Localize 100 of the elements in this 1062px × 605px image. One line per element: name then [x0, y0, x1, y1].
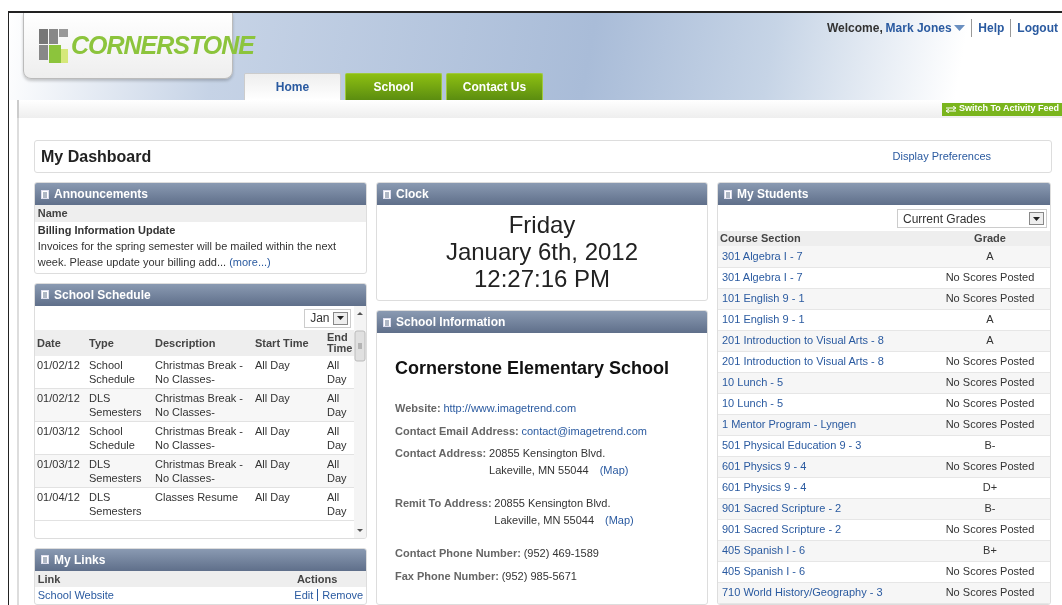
logo-text: CORNERSTONE [71, 29, 254, 61]
table-cell: All Day [253, 454, 325, 488]
column-header: Actions [296, 571, 338, 587]
collapse-icon[interactable] [41, 189, 49, 199]
panel-title: My Links [54, 551, 106, 569]
announcement-text: Invoices for the spring semester will be mailed within the next week. Please update your billing add... (more...) [37, 239, 338, 270]
collapse-icon[interactable] [41, 290, 49, 300]
clock-day: Friday [377, 211, 707, 238]
grade-cell: No Scores Posted [930, 372, 1050, 393]
course-link[interactable]: 201 Introduction to Visual Arts - 8 [722, 355, 884, 367]
display-preferences-link[interactable]: Display Preferences [892, 148, 991, 165]
address-line: 20855 Kensington Blvd. [494, 496, 611, 511]
grade-cell: A [930, 246, 1050, 267]
table-cell: 01/03/12 [35, 421, 87, 455]
table-cell: All Day [253, 421, 325, 455]
course-link[interactable]: 601 Physics 9 - 4 [722, 481, 807, 493]
table-cell: All Day [325, 487, 354, 521]
column-header: Grade [930, 231, 1050, 246]
collapse-icon[interactable] [383, 317, 391, 327]
more-link[interactable]: (more...) [229, 256, 271, 268]
logo-icon [39, 28, 69, 63]
column-header: Link [37, 571, 61, 587]
field-label: Contact Email Address: [395, 423, 519, 439]
table-cell: DLS Semesters [87, 487, 153, 521]
scrollbar[interactable] [353, 305, 366, 538]
collapse-icon[interactable] [724, 189, 732, 199]
table-cell: Christmas Break - No Classes- [153, 421, 253, 455]
course-link[interactable]: 501 Physical Education 9 - 3 [722, 439, 862, 451]
grade-cell: No Scores Posted [930, 393, 1050, 414]
table-cell: DLS Semesters [87, 388, 153, 422]
course-link[interactable]: 405 Spanish I - 6 [722, 565, 806, 577]
course-link[interactable]: 101 English 9 - 1 [722, 313, 805, 325]
grade-cell: No Scores Posted [930, 582, 1050, 603]
action-link[interactable]: Remove [317, 589, 364, 602]
collapse-icon[interactable] [41, 555, 49, 565]
table-cell: 01/04/12 [35, 487, 87, 521]
course-link[interactable]: 301 Algebra I - 7 [722, 249, 803, 262]
course-link[interactable]: 10 Lunch - 5 [722, 376, 784, 388]
user-menu-link[interactable]: Mark Jones [885, 19, 966, 37]
course-link[interactable]: 301 Algebra I - 7 [722, 271, 803, 283]
grade-filter-select[interactable]: Current Grades [897, 209, 1047, 228]
column-header: Course Section [718, 231, 930, 246]
course-link[interactable]: 710 World History/Geography - 3 [722, 586, 883, 598]
caret-icon [337, 316, 345, 320]
grade-cell: No Scores Posted [930, 561, 1050, 582]
field-link[interactable]: http://www.imagetrend.com [443, 400, 577, 417]
course-link[interactable]: 101 English 9 - 1 [722, 292, 805, 304]
course-link[interactable]: 10 Lunch - 5 [722, 397, 784, 409]
grade-cell: No Scores Posted [930, 267, 1050, 288]
table-cell: Christmas Break - No Classes- [153, 454, 253, 488]
field-label: Contact Address: [395, 446, 487, 461]
course-link[interactable]: 405 Spanish I - 6 [722, 544, 806, 556]
grade-cell: A [930, 330, 1050, 351]
clock-time: 12:27:16 PM [472, 265, 612, 292]
table-cell: All Day [325, 356, 354, 389]
course-link[interactable]: 901 Sacred Scripture - 2 [722, 523, 842, 535]
field-value: (952) 985-5671 [501, 568, 577, 584]
column-header: Type [87, 330, 153, 357]
field-label: Website: [395, 401, 441, 416]
action-link[interactable]: Edit [294, 589, 314, 602]
table-cell: All Day [325, 421, 354, 455]
field-value: (952) 469-1589 [523, 546, 599, 561]
announcement-title: Billing Information Update [37, 222, 177, 238]
map-link[interactable]: (Map) [599, 462, 629, 479]
field-label: Fax Phone Number: [395, 568, 499, 584]
month-select[interactable]: Jan [304, 308, 352, 328]
map-link[interactable]: (Map) [605, 512, 634, 529]
course-link[interactable]: 601 Physics 9 - 4 [722, 460, 807, 472]
table-cell: All Day [253, 356, 325, 389]
table-cell: All Day [325, 454, 354, 488]
column-header: Start Time [253, 330, 325, 357]
nav-tab[interactable]: Home [244, 73, 341, 100]
school-name: Cornerstone Elementary School [395, 357, 671, 380]
grade-cell: B- [930, 435, 1050, 456]
field-label: Contact Phone Number: [395, 546, 521, 561]
link-item[interactable]: School Website [37, 587, 114, 604]
table-cell: All Day [253, 487, 325, 521]
header-link[interactable]: Help [971, 19, 1005, 37]
table-cell: Christmas Break - No Classes- [153, 356, 253, 389]
grade-cell: No Scores Posted [930, 519, 1050, 540]
welcome-text: Welcome, [827, 20, 883, 37]
column-header: Description [153, 330, 253, 357]
panel-title: School Information [396, 314, 506, 331]
table-cell: Classes Resume [153, 487, 253, 521]
field-label: Remit To Address: [395, 496, 492, 511]
table-cell: School Schedule [87, 356, 153, 389]
course-link[interactable]: 1 Mentor Program - Lyngen [722, 418, 857, 430]
table-cell: School Schedule [87, 421, 153, 455]
header-link[interactable]: Logout [1010, 19, 1058, 37]
column-header: Name [37, 207, 68, 219]
column-header: Date [35, 330, 87, 357]
dashboard-title: My Dashboard [41, 146, 152, 167]
course-link[interactable]: 901 Sacred Scripture - 2 [722, 502, 842, 514]
grade-cell: A [930, 309, 1050, 330]
address-line: Lakeville, MN 55044 [489, 463, 589, 478]
course-link[interactable]: 201 Introduction to Visual Arts - 8 [722, 334, 884, 346]
field-link[interactable]: contact@imagetrend.com [521, 422, 647, 439]
collapse-icon[interactable] [383, 189, 391, 199]
panel-title: Announcements [54, 186, 148, 203]
grade-cell: No Scores Posted [930, 414, 1050, 435]
